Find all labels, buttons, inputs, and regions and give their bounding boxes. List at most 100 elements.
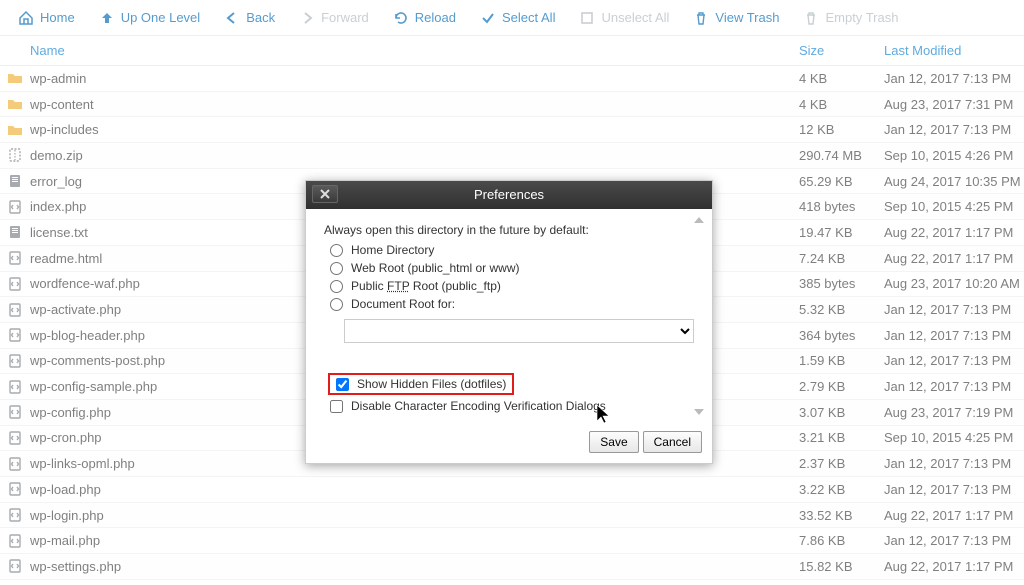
reload-icon — [393, 10, 409, 26]
file-modified: Jan 12, 2017 7:13 PM — [884, 379, 1024, 394]
file-modified: Aug 24, 2017 10:35 PM — [884, 174, 1024, 189]
dialog-titlebar[interactable]: Preferences — [306, 181, 712, 209]
code-icon — [0, 276, 30, 292]
code-icon — [0, 327, 30, 343]
file-modified: Aug 23, 2017 10:20 AM — [884, 276, 1024, 291]
file-modified: Aug 22, 2017 1:17 PM — [884, 225, 1024, 240]
radio-webroot-input[interactable] — [330, 262, 343, 275]
check-icon — [480, 10, 496, 26]
select-all-button[interactable]: Select All — [468, 0, 567, 36]
file-size: 3.22 KB — [799, 482, 884, 497]
view-trash-button[interactable]: View Trash — [681, 0, 791, 36]
code-icon — [0, 481, 30, 497]
select-all-label: Select All — [502, 10, 555, 25]
home-button[interactable]: Home — [6, 0, 87, 36]
show-hidden-checkbox[interactable] — [336, 378, 349, 391]
column-modified[interactable]: Last Modified — [884, 43, 1024, 58]
file-modified: Jan 12, 2017 7:13 PM — [884, 456, 1024, 471]
code-icon — [0, 379, 30, 395]
column-name[interactable]: Name — [30, 43, 799, 58]
show-hidden-label: Show Hidden Files (dotfiles) — [357, 377, 506, 391]
preferences-dialog: Preferences Always open this directory i… — [305, 180, 713, 464]
file-name: wp-content — [30, 97, 799, 112]
back-label: Back — [246, 10, 275, 25]
dialog-body: Always open this directory in the future… — [306, 209, 712, 423]
radio-docroot-label: Document Root for: — [351, 297, 455, 311]
up-one-level-button[interactable]: Up One Level — [87, 0, 213, 36]
file-name: demo.zip — [30, 148, 799, 163]
file-row[interactable]: wp-mail.php7.86 KBJan 12, 2017 7:13 PM — [0, 528, 1024, 554]
reload-button[interactable]: Reload — [381, 0, 468, 36]
radio-public-ftp[interactable]: Public FTP Root (public_ftp) — [330, 279, 694, 293]
column-size[interactable]: Size — [799, 43, 884, 58]
file-size: 3.07 KB — [799, 405, 884, 420]
code-icon — [0, 302, 30, 318]
radio-document-root[interactable]: Document Root for: — [330, 297, 694, 311]
view-trash-label: View Trash — [715, 10, 779, 25]
code-icon — [0, 507, 30, 523]
code-icon — [0, 456, 30, 472]
radio-home-directory[interactable]: Home Directory — [330, 243, 694, 257]
radio-home-label: Home Directory — [351, 243, 434, 257]
file-size: 418 bytes — [799, 199, 884, 214]
folder-icon — [0, 96, 30, 112]
file-row[interactable]: wp-login.php33.52 KBAug 22, 2017 1:17 PM — [0, 503, 1024, 529]
file-modified: Jan 12, 2017 7:13 PM — [884, 353, 1024, 368]
radio-docroot-input[interactable] — [330, 298, 343, 311]
file-modified: Aug 23, 2017 7:19 PM — [884, 405, 1024, 420]
dialog-close-button[interactable] — [312, 185, 338, 203]
file-name: wp-settings.php — [30, 559, 799, 574]
dialog-button-row: Save Cancel — [306, 423, 712, 463]
file-row[interactable]: wp-load.php3.22 KBJan 12, 2017 7:13 PM — [0, 477, 1024, 503]
disable-encoding-label: Disable Character Encoding Verification … — [351, 399, 606, 413]
file-modified: Jan 12, 2017 7:13 PM — [884, 71, 1024, 86]
radio-webroot-label: Web Root (public_html or www) — [351, 261, 520, 275]
file-row[interactable]: wp-signup.php29.22 KBJan 12, 2017 7:13 P… — [0, 580, 1024, 585]
scroll-up-icon — [694, 217, 704, 223]
file-size: 7.24 KB — [799, 251, 884, 266]
disable-encoding-row[interactable]: Disable Character Encoding Verification … — [330, 399, 694, 413]
back-button[interactable]: Back — [212, 0, 287, 36]
file-name: wp-includes — [30, 122, 799, 137]
file-row[interactable]: wp-content4 KBAug 23, 2017 7:31 PM — [0, 92, 1024, 118]
file-name: wp-load.php — [30, 482, 799, 497]
dialog-scrollbar[interactable] — [694, 217, 708, 415]
code-icon — [0, 533, 30, 549]
file-name: wp-admin — [30, 71, 799, 86]
radio-web-root[interactable]: Web Root (public_html or www) — [330, 261, 694, 275]
file-size: 4 KB — [799, 97, 884, 112]
show-hidden-files-row[interactable]: Show Hidden Files (dotfiles) — [330, 373, 694, 395]
reload-label: Reload — [415, 10, 456, 25]
file-name: wp-mail.php — [30, 533, 799, 548]
file-row[interactable]: wp-settings.php15.82 KBAug 22, 2017 1:17… — [0, 554, 1024, 580]
radio-home-input[interactable] — [330, 244, 343, 257]
file-size: 33.52 KB — [799, 508, 884, 523]
home-icon — [18, 10, 34, 26]
zip-icon — [0, 147, 30, 163]
txt-icon — [0, 224, 30, 240]
file-row[interactable]: wp-includes12 KBJan 12, 2017 7:13 PM — [0, 117, 1024, 143]
file-name: wp-login.php — [30, 508, 799, 523]
file-size: 4 KB — [799, 71, 884, 86]
forward-label: Forward — [321, 10, 369, 25]
file-size: 65.29 KB — [799, 174, 884, 189]
file-row[interactable]: demo.zip290.74 MBSep 10, 2015 4:26 PM — [0, 143, 1024, 169]
disable-encoding-checkbox[interactable] — [330, 400, 343, 413]
file-size: 2.37 KB — [799, 456, 884, 471]
file-modified: Jan 12, 2017 7:13 PM — [884, 482, 1024, 497]
radio-ftp-input[interactable] — [330, 280, 343, 293]
file-size: 7.86 KB — [799, 533, 884, 548]
code-icon — [0, 558, 30, 574]
save-button[interactable]: Save — [589, 431, 638, 453]
file-size: 2.79 KB — [799, 379, 884, 394]
scroll-down-icon — [694, 409, 704, 415]
file-row[interactable]: wp-admin4 KBJan 12, 2017 7:13 PM — [0, 66, 1024, 92]
document-root-select[interactable] — [344, 319, 694, 343]
forward-icon — [299, 10, 315, 26]
file-modified: Aug 23, 2017 7:31 PM — [884, 97, 1024, 112]
file-size: 385 bytes — [799, 276, 884, 291]
file-modified: Aug 22, 2017 1:17 PM — [884, 251, 1024, 266]
empty-trash-button: Empty Trash — [791, 0, 910, 36]
cancel-button[interactable]: Cancel — [643, 431, 702, 453]
unselect-all-label: Unselect All — [601, 10, 669, 25]
